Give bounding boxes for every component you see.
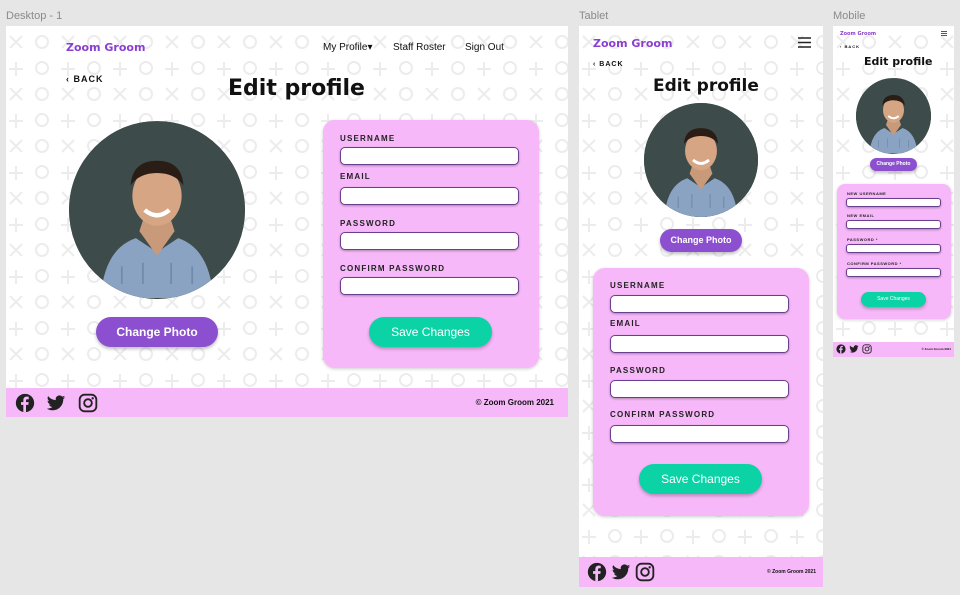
confirm-password-input[interactable] xyxy=(610,425,789,443)
page-title: Edit profile xyxy=(653,76,759,96)
edit-profile-form: USERNAME EMAIL PASSWORD CONFIRM PASSWORD… xyxy=(593,268,809,516)
facebook-icon[interactable] xyxy=(587,562,607,582)
save-changes-button[interactable]: Save Changes xyxy=(369,317,492,347)
username-label: USERNAME xyxy=(340,134,396,143)
edit-profile-form: USERNAME EMAIL PASSWORD CONFIRM PASSWORD… xyxy=(323,120,539,368)
footer: © Zoom Groom 2021 xyxy=(6,388,568,417)
mobile-frame-label: Mobile xyxy=(833,10,866,22)
username-label: USERNAME xyxy=(610,281,666,290)
twitter-icon[interactable] xyxy=(46,393,66,413)
copyright: © Zoom Groom 2021 xyxy=(921,347,951,351)
change-photo-button[interactable]: Change Photo xyxy=(96,317,218,347)
username-input[interactable] xyxy=(340,147,519,165)
confirm-password-label: CONFIRM PASSWORD xyxy=(340,264,446,273)
brand-logo[interactable]: Zoom Groom xyxy=(593,37,672,50)
profile-photo xyxy=(69,121,245,299)
password-label: PASSWORD xyxy=(610,366,667,375)
tablet-artboard: Zoom Groom ‹ BACK Edit profile Change Ph… xyxy=(579,26,823,587)
confirm-password-input[interactable] xyxy=(846,268,941,277)
twitter-icon[interactable] xyxy=(849,344,859,354)
desktop-frame-label: Desktop - 1 xyxy=(6,10,63,22)
back-link[interactable]: ‹ BACK xyxy=(593,61,624,68)
password-input[interactable] xyxy=(340,232,519,250)
tablet-frame-label: Tablet xyxy=(579,10,609,22)
change-photo-button[interactable]: Change Photo xyxy=(870,158,917,171)
email-input[interactable] xyxy=(340,187,519,205)
hamburger-menu-icon[interactable] xyxy=(798,37,811,48)
facebook-icon[interactable] xyxy=(836,344,846,354)
nav-my-profile[interactable]: My Profile▾ xyxy=(323,42,372,53)
instagram-icon[interactable] xyxy=(862,344,872,354)
username-input[interactable] xyxy=(846,198,941,207)
instagram-icon[interactable] xyxy=(635,562,655,582)
password-label: PASSWORD * xyxy=(847,237,878,242)
password-input[interactable] xyxy=(610,380,789,398)
nav-staff-roster[interactable]: Staff Roster xyxy=(393,42,446,53)
brand-logo[interactable]: Zoom Groom xyxy=(66,41,145,54)
back-link[interactable]: ‹ BACK xyxy=(840,44,860,49)
desktop-artboard: Zoom Groom My Profile▾ Staff Roster Sign… xyxy=(6,26,568,417)
edit-profile-form: NEW USERNAME NEW EMAIL PASSWORD * CONFIR… xyxy=(837,184,951,319)
footer: © Zoom Groom 2021 xyxy=(833,342,954,357)
mobile-artboard: Zoom Groom ‹ BACK Edit profile Change Ph… xyxy=(833,26,954,357)
confirm-password-label: CONFIRM PASSWORD * xyxy=(847,261,902,266)
save-changes-button[interactable]: Save Changes xyxy=(639,464,762,494)
change-photo-button[interactable]: Change Photo xyxy=(660,229,742,252)
email-label: EMAIL xyxy=(610,319,641,328)
email-label: NEW EMAIL xyxy=(847,213,875,218)
copyright: © Zoom Groom 2021 xyxy=(475,398,554,407)
footer: © Zoom Groom 2021 xyxy=(579,557,823,587)
profile-photo xyxy=(856,78,931,154)
twitter-icon[interactable] xyxy=(611,562,631,582)
page-title: Edit profile xyxy=(864,55,933,68)
facebook-icon[interactable] xyxy=(15,393,35,413)
save-changes-button[interactable]: Save Changes xyxy=(861,292,926,307)
confirm-password-label: CONFIRM PASSWORD xyxy=(610,410,716,419)
brand-logo[interactable]: Zoom Groom xyxy=(840,31,876,37)
email-input[interactable] xyxy=(846,220,941,229)
password-label: PASSWORD xyxy=(340,219,397,228)
copyright: © Zoom Groom 2021 xyxy=(767,569,816,575)
username-input[interactable] xyxy=(610,295,789,313)
back-link[interactable]: ‹ BACK xyxy=(66,74,104,84)
email-input[interactable] xyxy=(610,335,789,353)
hamburger-menu-icon[interactable] xyxy=(941,31,947,36)
page-title: Edit profile xyxy=(228,76,365,101)
confirm-password-input[interactable] xyxy=(340,277,519,295)
nav-sign-out[interactable]: Sign Out xyxy=(465,42,504,53)
email-label: EMAIL xyxy=(340,172,371,181)
username-label: NEW USERNAME xyxy=(847,191,887,196)
password-input[interactable] xyxy=(846,244,941,253)
instagram-icon[interactable] xyxy=(78,393,98,413)
profile-photo xyxy=(644,103,758,217)
